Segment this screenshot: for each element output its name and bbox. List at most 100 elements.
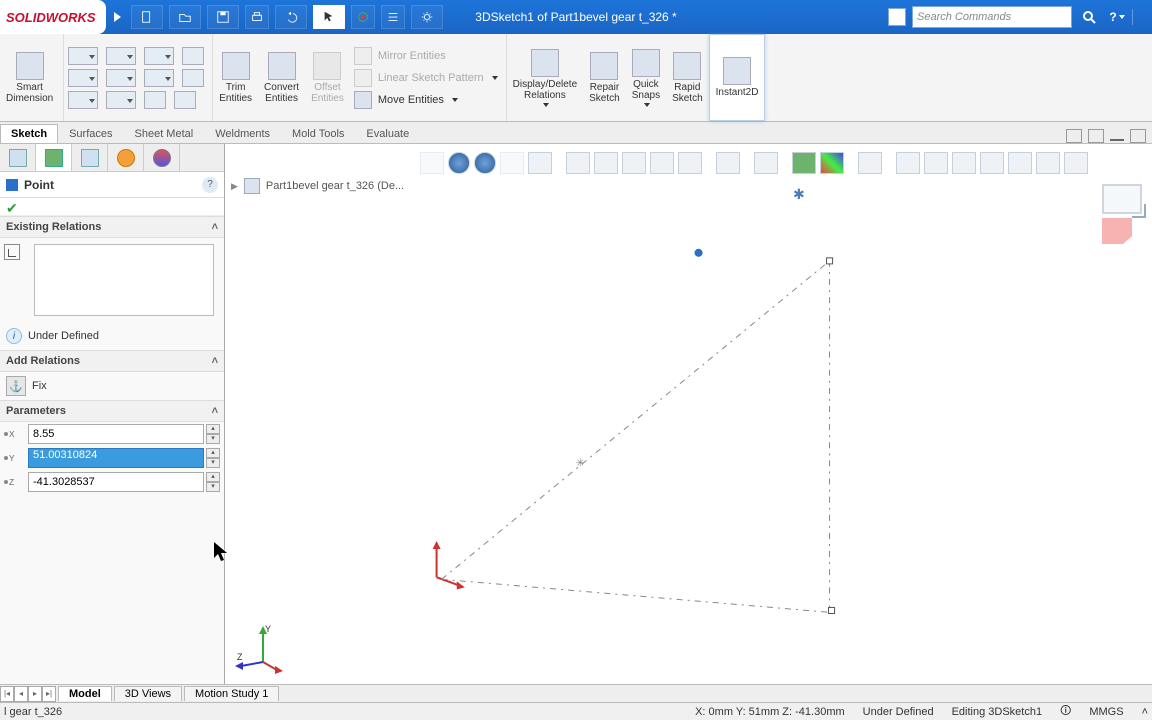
param-z-input[interactable] — [28, 472, 204, 492]
manager-tabs — [0, 144, 224, 172]
display-relations-button[interactable]: Display/Delete Relations — [507, 34, 583, 121]
polygon-tool-button[interactable] — [144, 69, 174, 87]
definition-status: i Under Defined — [0, 322, 224, 350]
search-dropdown-button[interactable] — [888, 8, 906, 26]
orientation-triad[interactable]: Y Z — [235, 624, 285, 674]
tab-evaluate[interactable]: Evaluate — [355, 124, 420, 143]
minimize-ribbon-icon[interactable] — [1110, 139, 1124, 141]
param-x-spinner[interactable]: ▴▾ — [206, 424, 220, 444]
close-viewport-icon[interactable] — [1130, 129, 1146, 143]
svg-text:Y: Y — [265, 624, 271, 634]
offset-entities-button: Offset Entities — [305, 34, 350, 121]
linear-pattern-button: Linear Sketch Pattern — [354, 69, 498, 87]
configuration-manager-tab[interactable] — [72, 144, 108, 171]
repair-sketch-button[interactable]: Repair Sketch — [583, 34, 626, 121]
property-help-icon[interactable]: ? — [202, 177, 218, 193]
status-units[interactable]: MMGS — [1089, 706, 1123, 718]
tab-sheet-metal[interactable]: Sheet Metal — [124, 124, 205, 143]
tab-sketch[interactable]: Sketch — [0, 124, 58, 143]
info-icon: i — [6, 328, 22, 344]
spline-tool-button[interactable] — [144, 47, 174, 65]
settings-button[interactable] — [411, 5, 443, 29]
status-bar: l gear t_326 X: 0mm Y: 51mm Z: -41.30mm … — [0, 702, 1152, 720]
dimxpert-manager-tab[interactable] — [108, 144, 144, 171]
motion-study-tabs: |◂◂▸▸| Model 3D Views Motion Study 1 — [0, 684, 1152, 702]
param-y-spinner[interactable]: ▴▾ — [206, 448, 220, 468]
instant2d-button[interactable]: Instant2D — [709, 34, 766, 121]
window-edge — [1132, 9, 1144, 25]
collapse-panel-icon[interactable] — [1088, 129, 1104, 143]
display-manager-tab[interactable] — [144, 144, 180, 171]
status-coordinates: X: 0mm Y: 51mm Z: -41.30mm — [695, 706, 845, 718]
line-tool-button[interactable] — [68, 47, 98, 65]
convert-entities-button[interactable]: Convert Entities — [258, 34, 305, 121]
select-button[interactable] — [313, 5, 345, 29]
circle-tool-button[interactable] — [106, 47, 136, 65]
open-button[interactable] — [169, 5, 201, 29]
print-button[interactable] — [245, 5, 269, 29]
ellipse-tool-button[interactable] — [106, 91, 136, 109]
document-title: 3DSketch1 of Part1bevel gear t_326 * — [475, 10, 676, 24]
param-x-input[interactable] — [28, 424, 204, 444]
tab-weldments[interactable]: Weldments — [204, 124, 281, 143]
menu-flyout-icon[interactable] — [114, 12, 121, 22]
tab-mold-tools[interactable]: Mold Tools — [281, 124, 355, 143]
rebuild-button[interactable] — [351, 5, 375, 29]
slot-tool-button[interactable] — [68, 91, 98, 109]
status-expand-icon[interactable]: ˄ — [1142, 706, 1148, 718]
trim-entities-button[interactable]: Trim Entities — [213, 34, 258, 121]
move-entities-button[interactable]: Move Entities — [354, 91, 498, 109]
anchor-icon: ⚓ — [6, 376, 26, 396]
plane-tool-button[interactable] — [174, 91, 196, 109]
title-bar: SOLIDWORKS 3DSketch1 of Part1bevel gear … — [0, 0, 1152, 34]
graphics-viewport[interactable]: ▶ Part1bevel gear t_326 (De... ✱ — [225, 144, 1152, 684]
main-workspace: Point ? ✔ Existing Relations˄ i Under De… — [0, 144, 1152, 684]
status-custom-icon[interactable]: 🛈 — [1060, 702, 1071, 720]
quick-access-toolbar — [131, 5, 443, 29]
property-title: Point — [24, 178, 54, 192]
tab-model[interactable]: Model — [58, 686, 112, 701]
search-input[interactable]: Search Commands — [912, 6, 1072, 28]
expand-panel-icon[interactable] — [1066, 129, 1082, 143]
param-y-input[interactable]: 51.00310824 — [28, 448, 204, 468]
tab-nav-buttons[interactable]: |◂◂▸▸| — [0, 686, 56, 702]
rectangle2-tool-button[interactable] — [68, 69, 98, 87]
undo-button[interactable] — [275, 5, 307, 29]
new-doc-button[interactable] — [131, 5, 163, 29]
help-icon[interactable]: ? — [1106, 6, 1128, 28]
tab-3d-views[interactable]: 3D Views — [114, 686, 182, 701]
tab-motion-study[interactable]: Motion Study 1 — [184, 686, 279, 701]
svg-text:Z: Z — [237, 652, 243, 662]
existing-relations-header[interactable]: Existing Relations˄ — [0, 216, 224, 238]
quick-snaps-button[interactable]: Quick Snaps — [626, 34, 666, 121]
svg-text:✳: ✳ — [576, 457, 585, 469]
smart-dimension-button[interactable]: Smart Dimension — [0, 34, 64, 121]
feature-manager-tab[interactable] — [0, 144, 36, 171]
confirm-bar: ✔ — [0, 198, 224, 216]
text-tool-button[interactable] — [144, 91, 166, 109]
point-tool-button[interactable] — [182, 69, 204, 87]
pattern-group: Mirror Entities Linear Sketch Pattern Mo… — [350, 34, 507, 121]
rapid-sketch-button[interactable]: Rapid Sketch — [666, 34, 709, 121]
status-definition: Under Defined — [863, 706, 934, 718]
status-editing: Editing 3DSketch1 — [952, 706, 1043, 718]
options-list-button[interactable] — [381, 5, 405, 29]
app-logo: SOLIDWORKS — [0, 0, 106, 34]
fix-relation-button[interactable]: ⚓ Fix — [0, 372, 224, 400]
relations-list[interactable] — [34, 244, 214, 316]
search-icon[interactable] — [1078, 6, 1100, 28]
status-file: l gear t_326 — [4, 706, 62, 718]
add-relations-header[interactable]: Add Relations˄ — [0, 350, 224, 372]
sketch-geometry: ✳ — [225, 144, 1152, 684]
ok-check-icon[interactable]: ✔ — [6, 200, 18, 216]
sketch-tools-group — [64, 34, 213, 121]
property-manager-tab[interactable] — [36, 144, 72, 171]
rectangle-tool-button[interactable] — [182, 47, 204, 65]
tab-surfaces[interactable]: Surfaces — [58, 124, 123, 143]
mirror-entities-button: Mirror Entities — [354, 47, 498, 65]
property-manager-panel: Point ? ✔ Existing Relations˄ i Under De… — [0, 144, 225, 684]
parameters-header[interactable]: Parameters˄ — [0, 400, 224, 422]
save-button[interactable] — [207, 5, 239, 29]
param-z-spinner[interactable]: ▴▾ — [206, 472, 220, 492]
arc-tool-button[interactable] — [106, 69, 136, 87]
